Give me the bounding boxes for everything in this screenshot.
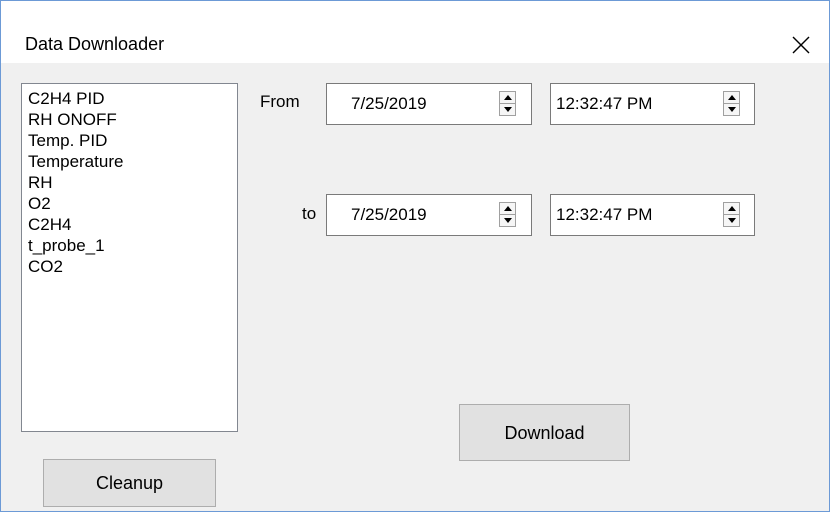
from-date-spinner[interactable] — [499, 91, 516, 116]
from-time-picker[interactable]: 12:32:47 PM — [550, 83, 755, 125]
window-title: Data Downloader — [25, 34, 165, 54]
list-item[interactable]: O2 — [28, 193, 237, 214]
cleanup-button[interactable]: Cleanup — [43, 459, 216, 507]
to-date-value: 7/25/2019 — [351, 205, 427, 224]
list-item[interactable]: t_probe_1 — [28, 235, 237, 256]
from-label: From — [260, 92, 300, 111]
to-date-spinner[interactable] — [499, 202, 516, 227]
spin-down-button[interactable] — [500, 104, 515, 115]
list-item[interactable]: C2H4 PID — [28, 88, 237, 109]
close-button[interactable] — [773, 1, 829, 63]
list-item[interactable]: C2H4 — [28, 214, 237, 235]
spin-up-button[interactable] — [500, 92, 515, 104]
data-downloader-window: Data Downloader C2H4 PID RH ONOFF Temp. … — [0, 0, 830, 512]
list-item[interactable]: Temperature — [28, 151, 237, 172]
to-time-picker[interactable]: 12:32:47 PM — [550, 194, 755, 236]
channel-listbox[interactable]: C2H4 PID RH ONOFF Temp. PID Temperature … — [21, 83, 238, 432]
from-date-picker[interactable]: 7/25/2019 — [326, 83, 532, 125]
arrow-up-icon — [503, 206, 512, 211]
close-icon — [792, 36, 810, 54]
to-date-picker[interactable]: 7/25/2019 — [326, 194, 532, 236]
list-item[interactable]: RH ONOFF — [28, 109, 237, 130]
arrow-up-icon — [727, 95, 736, 100]
list-item[interactable]: Temp. PID — [28, 130, 237, 151]
arrow-up-icon — [727, 206, 736, 211]
list-item[interactable]: RH — [28, 172, 237, 193]
from-time-value: 12:32:47 PM — [556, 94, 653, 113]
list-item[interactable]: CO2 — [28, 256, 237, 277]
spin-up-button[interactable] — [724, 92, 739, 104]
from-date-value: 7/25/2019 — [351, 94, 427, 113]
to-time-value: 12:32:47 PM — [556, 205, 653, 224]
arrow-down-icon — [503, 107, 512, 112]
spin-down-button[interactable] — [500, 215, 515, 226]
spin-up-button[interactable] — [500, 203, 515, 215]
spin-up-button[interactable] — [724, 203, 739, 215]
spin-down-button[interactable] — [724, 215, 739, 226]
arrow-down-icon — [727, 218, 736, 223]
arrow-down-icon — [503, 218, 512, 223]
to-label: to — [302, 204, 317, 223]
to-time-spinner[interactable] — [723, 202, 740, 227]
arrow-down-icon — [727, 107, 736, 112]
from-time-spinner[interactable] — [723, 91, 740, 116]
spin-down-button[interactable] — [724, 104, 739, 115]
title-bar: Data Downloader — [1, 1, 829, 63]
arrow-up-icon — [503, 95, 512, 100]
download-button[interactable]: Download — [459, 404, 630, 461]
